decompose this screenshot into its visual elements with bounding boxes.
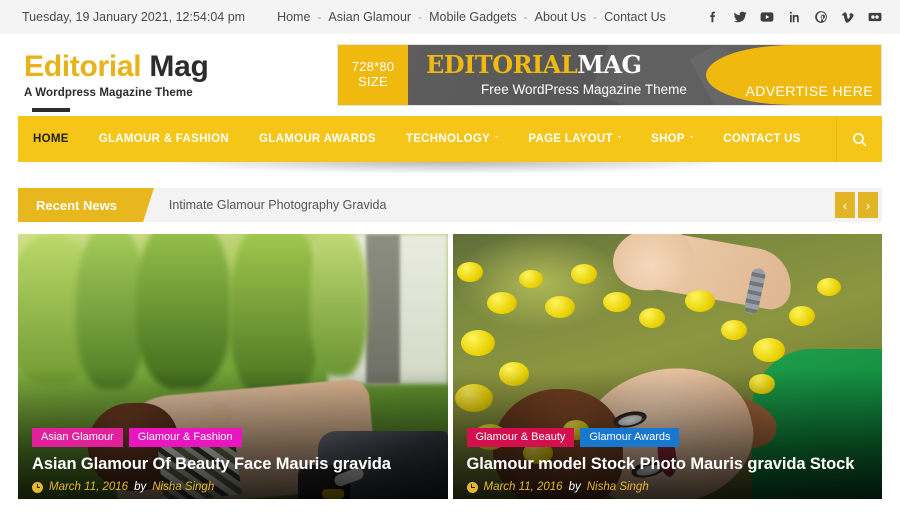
post-title[interactable]: Glamour model Stock Photo Mauris gravida… [467, 455, 869, 474]
post-category-badges: Asian Glamour Glamour & Fashion [32, 428, 434, 447]
clock-icon [466, 481, 478, 493]
site-header: Editorial Mag A Wordpress Magazine Theme… [0, 34, 900, 116]
post-date: March 11, 2016 [483, 481, 563, 493]
top-nav-link-mobile-gadgets[interactable]: Mobile Gadgets [427, 10, 519, 24]
category-badge-asian-glamour[interactable]: Asian Glamour [32, 428, 123, 447]
prev-arrow-icon[interactable]: ‹ [835, 192, 855, 218]
logo-tagline: A Wordpress Magazine Theme [24, 86, 193, 99]
top-nav-separator: - [523, 10, 528, 24]
pinterest-icon[interactable] [814, 10, 828, 24]
clock-icon [32, 481, 43, 493]
recent-news-bar: Recent News Intimate Glamour Photography… [18, 188, 882, 222]
youtube-icon[interactable] [760, 10, 774, 24]
top-nav-separator: - [317, 10, 322, 24]
chevron-down-icon: ˇ [689, 135, 694, 145]
nav-item-label: PAGE LAYOUT [528, 133, 613, 145]
social-links [706, 10, 882, 24]
featured-posts-grid: Asian Glamour Glamour & Fashion Asian Gl… [0, 234, 900, 499]
ad-body: EDITORIALMAG Free WordPress Magazine The… [408, 45, 881, 105]
next-arrow-icon[interactable]: › [858, 192, 878, 218]
ad-title-mag: MAG [577, 50, 642, 79]
ad-size-line1: 728*80 [351, 59, 395, 75]
post-date: March 11, 2016 [49, 481, 129, 493]
recent-news-wrapper: Recent News Intimate Glamour Photography… [0, 188, 900, 222]
post-author[interactable]: Nisha Singh [152, 481, 214, 493]
nav-item-label: CONTACT US [723, 133, 801, 145]
twitter-icon[interactable] [733, 10, 747, 24]
top-nav: Home - Asian Glamour - Mobile Gadgets - … [275, 10, 668, 24]
category-badge-glamour-fashion[interactable]: Glamour & Fashion [128, 428, 242, 447]
post-caption: Glamour & Beauty Glamour Awards Glamour … [466, 428, 869, 493]
nav-item-label: GLAMOUR AWARDS [259, 133, 376, 145]
top-nav-separator: - [593, 10, 598, 24]
nav-items: HOME GLAMOUR & FASHION GLAMOUR AWARDS TE… [18, 108, 816, 162]
flickr-icon[interactable] [868, 10, 882, 24]
nav-item-page-layout[interactable]: PAGE LAYOUT ˇ [513, 116, 636, 162]
recent-news-headline[interactable]: Intimate Glamour Photography Gravida [169, 198, 386, 212]
post-author[interactable]: Nisha Singh [587, 481, 649, 493]
nav-item-glamour-awards[interactable]: GLAMOUR AWARDS [244, 116, 391, 162]
featured-post-card[interactable]: Glamour & Beauty Glamour Awards Glamour … [452, 234, 882, 499]
featured-post-card[interactable]: Asian Glamour Glamour & Fashion Asian Gl… [18, 234, 448, 499]
recent-news-tag: Recent News [18, 188, 154, 222]
top-nav-link-home[interactable]: Home [275, 10, 312, 24]
nav-item-home[interactable]: HOME [18, 108, 84, 162]
ad-title-editorial: EDITORIAL [426, 50, 578, 79]
ad-cta-label: ADVERTISE HERE [745, 83, 873, 99]
post-meta: March 11, 2016 by Nisha Singh [32, 481, 434, 493]
current-datetime: Tuesday, 19 January 2021, 12:54:04 pm [22, 10, 246, 24]
facebook-icon[interactable] [706, 10, 720, 24]
nav-item-contact-us[interactable]: CONTACT US [708, 116, 816, 162]
post-title[interactable]: Asian Glamour Of Beauty Face Mauris grav… [32, 455, 434, 474]
nav-item-shop[interactable]: SHOP ˇ [636, 116, 708, 162]
top-nav-link-contact-us[interactable]: Contact Us [602, 10, 668, 24]
linkedin-icon[interactable] [787, 10, 801, 24]
post-caption: Asian Glamour Glamour & Fashion Asian Gl… [32, 428, 434, 493]
top-nav-link-asian-glamour[interactable]: Asian Glamour [326, 10, 413, 24]
nav-item-label: GLAMOUR & FASHION [98, 133, 230, 145]
vimeo-icon[interactable] [841, 10, 855, 24]
logo-word-editorial: Editorial [24, 50, 142, 84]
post-by-label: by [568, 481, 581, 493]
top-nav-separator: - [418, 10, 423, 24]
recent-news-controls: ‹ › [835, 192, 882, 218]
nav-shadow [42, 162, 858, 176]
chevron-down-icon: ˇ [495, 135, 499, 145]
ad-size-line2: SIZE [358, 74, 388, 89]
nav-item-label: HOME [33, 133, 69, 145]
ad-size-label: 728*80 SIZE [338, 45, 408, 105]
chevron-down-icon: ˇ [617, 135, 622, 145]
top-bar: Tuesday, 19 January 2021, 12:54:04 pm Ho… [0, 0, 900, 34]
post-meta: March 11, 2016 by Nisha Singh [466, 481, 869, 493]
logo-word-mag: Mag [149, 50, 209, 84]
nav-item-label: SHOP [651, 133, 685, 145]
main-nav-wrapper: HOME GLAMOUR & FASHION GLAMOUR AWARDS TE… [0, 108, 900, 176]
search-icon[interactable] [836, 116, 882, 162]
logo-title: Editorial Mag [24, 50, 209, 84]
category-badge-glamour-awards[interactable]: Glamour Awards [580, 428, 680, 447]
post-category-badges: Glamour & Beauty Glamour Awards [466, 428, 869, 447]
advertisement-banner[interactable]: 728*80 SIZE EDITORIALMAG Free WordPress … [337, 44, 882, 106]
nav-item-technology[interactable]: TECHNOLOGY ˇ [391, 116, 513, 162]
category-badge-glamour-beauty[interactable]: Glamour & Beauty [466, 428, 575, 447]
nav-item-label: TECHNOLOGY [405, 133, 491, 145]
nav-item-glamour-fashion[interactable]: GLAMOUR & FASHION [84, 116, 244, 162]
site-logo[interactable]: Editorial Mag A Wordpress Magazine Theme [18, 50, 209, 99]
ad-cta-button[interactable]: ADVERTISE HERE [706, 45, 881, 105]
main-navigation: HOME GLAMOUR & FASHION GLAMOUR AWARDS TE… [18, 108, 882, 162]
top-nav-link-about-us[interactable]: About Us [533, 10, 588, 24]
post-by-label: by [134, 481, 147, 493]
